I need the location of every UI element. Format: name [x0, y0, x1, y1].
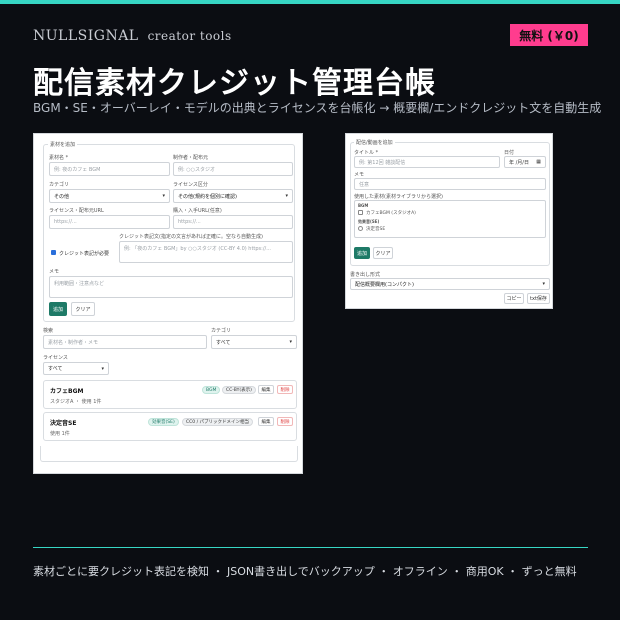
export-format-select[interactable]: 配信概要欄用(コンパクト) ▾: [350, 278, 550, 290]
add-stream-legend: 配信/動画を追加: [354, 139, 395, 146]
chevron-down-icon: ▾: [285, 193, 288, 199]
license-tag: CC-BY(表示): [222, 386, 256, 394]
price-badge: 無料 (￥0): [510, 24, 588, 46]
used-materials-label: 使用した素材(素材ライブラリから選択): [354, 194, 443, 200]
category-tag: BGM: [202, 386, 221, 394]
brand-logo: NULLSIGNAL creator tools: [33, 28, 232, 44]
memo-label: メモ: [49, 269, 60, 275]
delete-button[interactable]: 削除: [277, 385, 293, 394]
date-label: 日付: [504, 150, 515, 156]
calendar-icon: ▦: [536, 159, 541, 165]
stream-title-label: タイトル *: [354, 150, 379, 156]
list-item: カフェBGM スタジオA ・ 使用 1件 BGM CC-BY(表示) 編集 削除: [43, 380, 297, 409]
stream-title-input[interactable]: 例: 第12回 雑談配信: [354, 156, 500, 168]
item-title: カフェBGM: [50, 388, 84, 395]
date-input[interactable]: 年 /月/日 ▦: [504, 156, 546, 168]
license-url-label: ライセンス・配布元URL: [49, 208, 104, 214]
filter-category-select[interactable]: すべて ▾: [211, 335, 297, 349]
top-accent-bar: [0, 0, 620, 4]
stream-memo-label: メモ: [354, 172, 365, 178]
item-meta: 使用 1件: [50, 431, 70, 437]
add-stream-button[interactable]: 追加: [354, 247, 370, 259]
group-se: 効果音(SE): [358, 219, 380, 224]
used-materials-box: [354, 200, 546, 238]
add-material-button[interactable]: 追加: [49, 302, 67, 316]
feature-footer: 素材ごとに要クレジット表記を検知 ・ JSON書き出しでバックアップ ・ オフラ…: [33, 565, 577, 578]
name-label: 素材名 *: [49, 155, 69, 161]
clear-button[interactable]: クリア: [71, 302, 95, 316]
copy-button[interactable]: コピー: [504, 293, 524, 304]
credit-required-label: クレジット表記が必要: [59, 251, 110, 257]
export-format-value: 配信概要欄用(コンパクト): [355, 281, 414, 288]
filter-license-select[interactable]: すべて ▾: [43, 362, 109, 375]
list-item: 決定音SE 使用 1件 効果音(SE) CC0 / パブリックドメイン相当 編集…: [43, 412, 297, 441]
chevron-down-icon: ▾: [162, 193, 165, 199]
materials-panel: 素材を追加 素材名 * 例: 夜のカフェ BGM 制作者・配布元 例: ○○スタ…: [33, 133, 303, 474]
material-checkbox[interactable]: [358, 210, 363, 215]
filter-category-label: カテゴリ: [211, 328, 232, 334]
filter-license-value: すべて: [48, 366, 63, 372]
edit-button[interactable]: 編集: [258, 417, 274, 426]
chevron-down-icon: ▾: [542, 281, 545, 287]
credit-text-textarea[interactable]: 例: 「夜のカフェ BGM」by ○○スタジオ (CC-BY 4.0) http…: [119, 241, 293, 263]
license-type-value: その他(規約を個別に確認): [178, 193, 237, 200]
stream-memo-input[interactable]: 任意: [354, 178, 546, 190]
category-value: その他: [54, 193, 70, 200]
credit-text-label: クレジット表記文(指定の文言があれば正確に。空なら自動生成): [119, 234, 263, 240]
purchase-url-label: 購入・入手URL(任意): [173, 208, 222, 214]
item-meta: スタジオA ・ 使用 1件: [50, 399, 102, 405]
filter-license-label: ライセンス: [43, 355, 68, 361]
license-tag: CC0 / パブリックドメイン相当: [182, 418, 254, 426]
add-material-legend: 素材を追加: [48, 141, 78, 148]
license-type-select[interactable]: その他(規約を個別に確認) ▾: [173, 189, 293, 203]
delete-button[interactable]: 削除: [277, 417, 293, 426]
brand-sub: creator tools: [147, 29, 232, 43]
subline: BGM・SE・オーバーレイ・モデルの出典とライセンスを台帳化 → 概要欄/エンド…: [33, 101, 602, 115]
footer-divider: [33, 547, 588, 548]
headline: 配信素材クレジット管理台帳: [33, 66, 436, 101]
category-label: カテゴリ: [49, 182, 70, 188]
export-format-label: 書き出し形式: [350, 272, 381, 278]
search-input[interactable]: 素材名・制作者・メモ: [43, 335, 207, 349]
chevron-down-icon: ▾: [289, 339, 292, 345]
material-name-input[interactable]: 例: 夜のカフェ BGM: [49, 162, 170, 176]
author-input[interactable]: 例: ○○スタジオ: [173, 162, 293, 176]
license-url-input[interactable]: https://...: [49, 215, 170, 229]
filter-category-value: すべて: [216, 339, 231, 346]
brand-name: NULLSIGNAL: [33, 28, 139, 44]
material-option: カフェBGM (スタジオA): [366, 211, 416, 216]
chevron-down-icon: ▾: [101, 365, 104, 372]
category-select[interactable]: その他 ▾: [49, 189, 170, 203]
category-tag: 効果音(SE): [148, 418, 179, 426]
bottom-panel-frame: [40, 446, 298, 462]
material-radio[interactable]: [358, 226, 363, 231]
license-type-label: ライセンス区分: [173, 182, 208, 188]
memo-textarea[interactable]: 利用範囲・注意点など: [49, 276, 293, 298]
clear-stream-button[interactable]: クリア: [373, 247, 393, 259]
save-txt-button[interactable]: txt保存: [527, 293, 550, 304]
edit-button[interactable]: 編集: [258, 385, 274, 394]
author-label: 制作者・配布元: [173, 155, 209, 161]
streams-panel: 配信/動画を追加 タイトル * 例: 第12回 雑談配信 日付 年 /月/日 ▦ …: [345, 133, 553, 309]
group-bgm: BGM: [358, 203, 369, 208]
purchase-url-input[interactable]: https://...: [173, 215, 293, 229]
item-title: 決定音SE: [50, 420, 77, 427]
date-value: 年 /月/日: [509, 159, 529, 166]
search-label: 検索: [43, 328, 54, 334]
material-option: 決定音SE: [366, 227, 386, 232]
credit-required-checkbox[interactable]: [51, 250, 56, 255]
